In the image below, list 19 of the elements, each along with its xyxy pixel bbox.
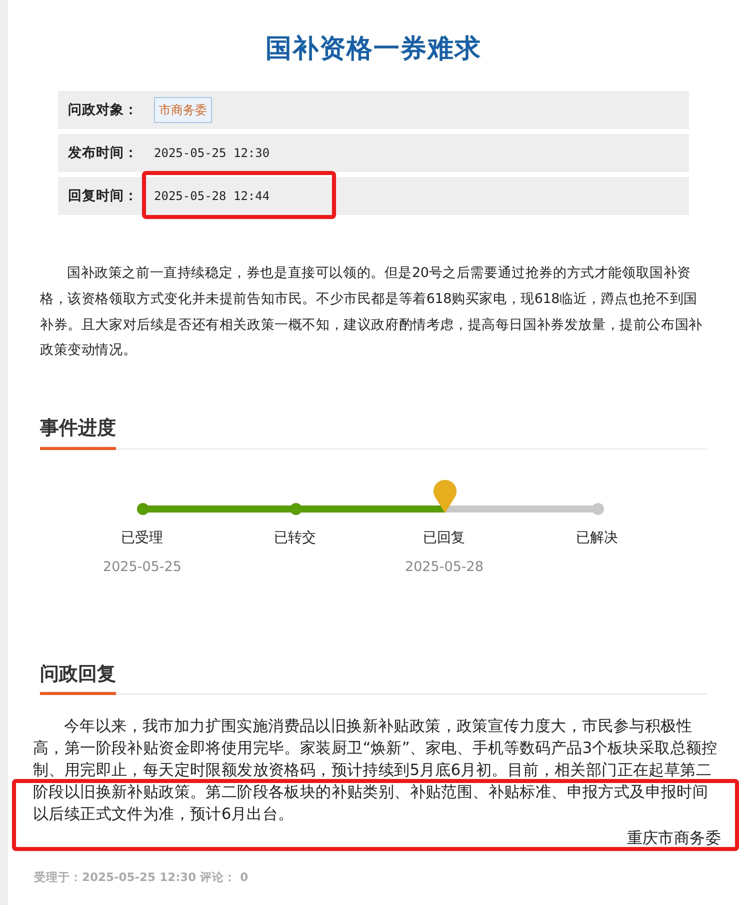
step-label: 已解决: [576, 528, 618, 548]
section-heading: 问政回复: [40, 660, 116, 695]
field-label: 问政对象：: [68, 101, 139, 120]
department-tag: 市商务委: [154, 97, 212, 124]
field-label: 发布时间：: [68, 144, 139, 164]
step-label: 已转交: [274, 528, 316, 548]
question-text: 国补政策之前一直持续稳定，券也是直接可以领的。但是20号之后需要通过抢券的方式才能领取国补资格，该资格领取方式变化并未提前告知市民。不少市民都是等着618购买家电，现618临近，蹲点也抢不到国补券。且大家对后续是否还有相关政策一概不知，建议政府酌情考虑，提高每日国补券发放量，提前公布国补政策变动情况。: [40, 264, 703, 360]
reply-text: 今年以来，我市加力扩围实施消费品以旧换新补贴政策，政策宣传力度大，市民参与积极性高，第一阶段补贴资金即将使用完毕。家装厨卫“焕新”、家电、手机等数码产品3个板块采取总额控制、用完即止，每天定时限额发放资格码，预计持续到5月底6月初。目前，相关部门正在起草第二阶段以旧换新补贴政策。第二阶段各板块的补贴类别、补贴范围、补贴标准、申报方式及申报时间以后续正式文件为准，预计6月出台。: [33, 716, 718, 825]
step-date: 2025-05-28: [405, 558, 484, 576]
step-label: 已受理: [121, 528, 163, 548]
signature: 重庆市商务委: [626, 828, 721, 849]
field-value: 2025-05-28 12:44: [154, 188, 270, 206]
section-heading: 事件进度: [40, 414, 116, 450]
field-label: 回复时间：: [68, 187, 139, 206]
footer-info: 受理于：2025-05-25 12:30 评论： 0: [34, 869, 250, 886]
step-label: 已回复: [423, 528, 465, 548]
field-value: 2025-05-25 12:30: [154, 145, 270, 162]
page-title: 国补资格一券难求: [264, 34, 482, 66]
step-date: 2025-05-25: [103, 558, 182, 576]
